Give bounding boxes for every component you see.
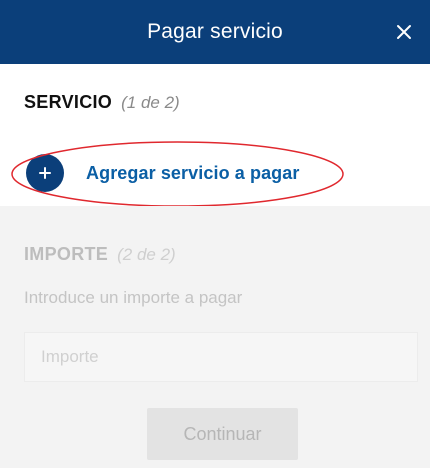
amount-input[interactable] [24,332,418,382]
close-icon [397,25,411,39]
amount-heading: IMPORTE (2 de 2) [24,244,176,265]
service-section: SERVICIO (1 de 2) Agregar servicio a pag… [0,64,430,206]
service-heading-label: SERVICIO [24,92,113,112]
plus-icon [26,154,64,192]
dialog-header: Pagar servicio [0,0,430,64]
amount-section: IMPORTE (2 de 2) Introduce un importe a … [0,206,430,468]
add-service-button[interactable]: Agregar servicio a pagar [26,152,300,194]
close-button[interactable] [392,20,416,44]
continue-button[interactable]: Continuar [147,408,298,460]
add-service-label: Agregar servicio a pagar [86,162,300,183]
service-heading: SERVICIO (1 de 2) [24,92,180,113]
amount-heading-label: IMPORTE [24,244,109,264]
amount-description: Introduce un importe a pagar [24,288,243,307]
service-step-indicator: (1 de 2) [121,93,180,112]
dialog-title: Pagar servicio [147,20,283,43]
amount-step-indicator: (2 de 2) [117,245,176,264]
